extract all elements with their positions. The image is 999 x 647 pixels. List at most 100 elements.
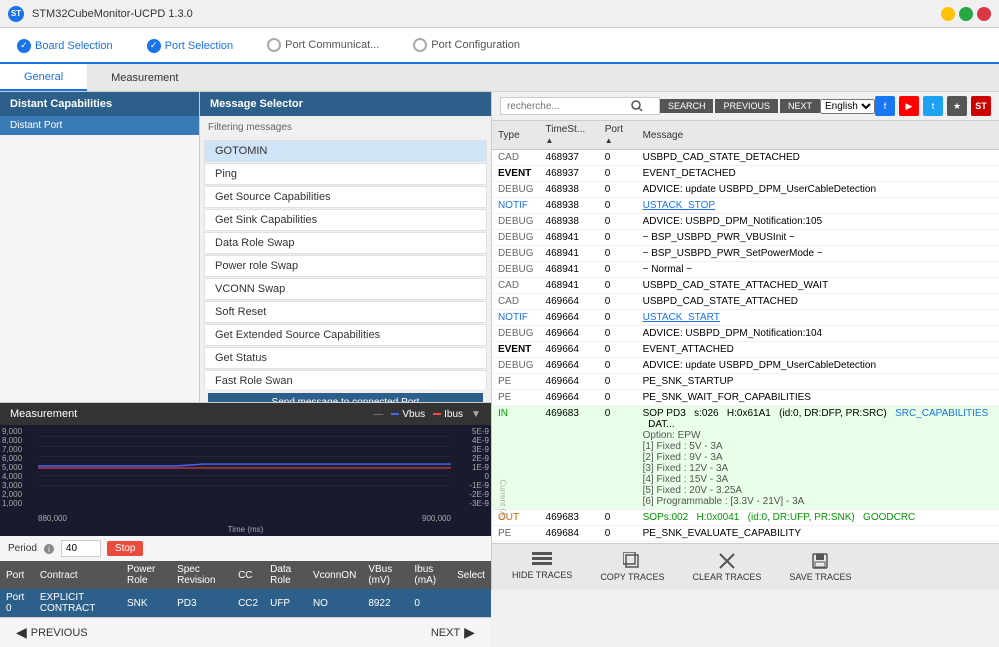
list-item[interactable]: VCONN Swap bbox=[204, 278, 487, 300]
cell-port: Port 0 bbox=[0, 589, 34, 617]
tab-port-selection[interactable]: ✓ Port Selection bbox=[130, 28, 250, 64]
language-select[interactable]: English bbox=[820, 99, 875, 114]
sub-nav-general[interactable]: General bbox=[0, 64, 87, 91]
cell-spec: PD3 bbox=[171, 589, 232, 617]
list-item[interactable]: Get Status bbox=[204, 347, 487, 369]
cell-message: ADVICE: update USBPD_DPM_UserCableDetect… bbox=[637, 182, 999, 198]
col-contract: Contract bbox=[34, 561, 121, 589]
sub-nav-measurement[interactable]: Measurement bbox=[87, 64, 202, 91]
cell-type: DEBUG bbox=[492, 246, 540, 262]
traces-container[interactable]: Type TimeSt... ▲ Port ▲ Message CAD 4689… bbox=[492, 121, 999, 543]
cell-time: 468941 bbox=[540, 246, 599, 262]
table-row: CAD 468937 0 USBPD_CAD_STATE_DETACHED bbox=[492, 150, 999, 166]
cell-type: CAD bbox=[492, 278, 540, 294]
cell-vbus: 8922 bbox=[362, 589, 408, 617]
period-input[interactable] bbox=[61, 540, 101, 557]
list-item[interactable]: GOTOMIN bbox=[204, 140, 487, 162]
minimize-button[interactable] bbox=[941, 7, 955, 21]
cell-message: EVENT_ATTACHED bbox=[637, 342, 999, 358]
search-box[interactable] bbox=[500, 97, 660, 115]
previous-button[interactable]: ◀ PREVIOUS bbox=[0, 618, 104, 647]
list-item[interactable]: Soft Reset bbox=[204, 301, 487, 323]
cell-type: NOTIF bbox=[492, 310, 540, 326]
copy-traces-button[interactable]: COPY TRACES bbox=[588, 548, 676, 586]
star-icon[interactable]: ★ bbox=[947, 96, 967, 116]
youtube-icon[interactable]: ▶ bbox=[899, 96, 919, 116]
list-item[interactable]: Get Source Capabilities bbox=[204, 186, 487, 208]
search-button[interactable]: SEARCH bbox=[660, 99, 714, 113]
list-item[interactable]: Get Extended Source Capabilities bbox=[204, 324, 487, 346]
cell-port: 0 bbox=[599, 246, 637, 262]
measurement-panel: Measurement — Vbus Ibus ▼ bbox=[0, 402, 491, 561]
table-row: EVENT 468937 0 EVENT_DETACHED bbox=[492, 166, 999, 182]
cell-time: 469664 bbox=[540, 358, 599, 374]
list-item[interactable]: Fast Role Swan bbox=[204, 370, 487, 389]
cell-type: DEBUG bbox=[492, 358, 540, 374]
cell-message: PE_SNK_WAIT_FOR_CAPABILITIES bbox=[637, 390, 999, 406]
facebook-icon[interactable]: f bbox=[875, 96, 895, 116]
cell-time: 468941 bbox=[540, 262, 599, 278]
right-panel: SEARCH PREVIOUS NEXT English f ▶ t ★ ST … bbox=[492, 92, 999, 590]
expand-icon[interactable]: ▼ bbox=[471, 409, 481, 420]
hide-traces-button[interactable]: HIDE TRACES bbox=[500, 548, 584, 586]
cell-message: ADVICE: USBPD_DPM_Notification:104 bbox=[637, 326, 999, 342]
save-traces-button[interactable]: SAVE TRACES bbox=[777, 548, 863, 586]
st-icon[interactable]: ST bbox=[971, 96, 991, 116]
maximize-button[interactable] bbox=[959, 7, 973, 21]
col-cc: CC bbox=[232, 561, 264, 589]
list-item[interactable]: Ping bbox=[204, 163, 487, 185]
tab-port-configuration[interactable]: Port Configuration bbox=[396, 28, 537, 62]
close-button[interactable] bbox=[977, 7, 991, 21]
nav-arrows: ◀ PREVIOUS NEXT ▶ bbox=[0, 617, 491, 647]
twitter-icon[interactable]: t bbox=[923, 96, 943, 116]
cell-vconn: NO bbox=[307, 589, 362, 617]
check-icon: ✓ bbox=[17, 39, 31, 53]
next-button[interactable]: NEXT ▶ bbox=[415, 618, 491, 647]
legend-ibus: Ibus bbox=[433, 409, 463, 420]
cell-port: 0 bbox=[599, 278, 637, 294]
distant-port-header: Distant Port bbox=[0, 116, 199, 135]
cell-select[interactable] bbox=[451, 589, 491, 617]
social-icons: f ▶ t ★ ST bbox=[875, 96, 991, 116]
search-icon bbox=[631, 100, 643, 112]
cell-port: 0 bbox=[599, 182, 637, 198]
col-spec: Spec Revision bbox=[171, 561, 232, 589]
table-row: DEBUG 469664 0 ADVICE: USBPD_DPM_Notific… bbox=[492, 326, 999, 342]
sub-nav: General Measurement bbox=[0, 64, 999, 92]
list-item[interactable]: Get Sink Capabilities bbox=[204, 209, 487, 231]
cell-port: 0 bbox=[599, 262, 637, 278]
col-timestamp[interactable]: TimeSt... ▲ bbox=[540, 121, 599, 150]
cell-port: 0 bbox=[599, 166, 637, 182]
next-search-button[interactable]: NEXT bbox=[780, 99, 820, 113]
col-data-role: Data Role bbox=[264, 561, 307, 589]
distant-cap-header: Distant Capabilities bbox=[0, 92, 199, 116]
list-item[interactable]: Data Role Swap bbox=[204, 232, 487, 254]
clear-traces-button[interactable]: CLEAR TRACES bbox=[681, 548, 774, 586]
legend: — Vbus Ibus ▼ bbox=[373, 409, 481, 420]
cell-time: 468938 bbox=[540, 182, 599, 198]
cell-type: CAD bbox=[492, 150, 540, 166]
cell-port: 0 bbox=[599, 230, 637, 246]
stop-button[interactable]: Stop bbox=[107, 541, 144, 556]
bottom-toolbar: HIDE TRACES COPY TRACES CLEAR TRACES bbox=[492, 543, 999, 590]
previous-search-button[interactable]: PREVIOUS bbox=[715, 99, 778, 113]
cell-time: 468937 bbox=[540, 166, 599, 182]
cell-message: SOP PD3 s:026 H:0x61A1 (id:0, DR:DFP, PR… bbox=[637, 406, 999, 510]
search-input[interactable] bbox=[507, 101, 627, 112]
table-row: DEBUG 468941 0 ~ BSP_USBPD_PWR_SetPowerM… bbox=[492, 246, 999, 262]
table-row: PE 469664 0 PE_SNK_WAIT_FOR_CAPABILITIES bbox=[492, 390, 999, 406]
info-icon: i bbox=[43, 543, 55, 555]
tab-port-communication[interactable]: Port Communicat... bbox=[250, 28, 396, 62]
cell-message: PE_SNK_STARTUP bbox=[637, 374, 999, 390]
cell-time: 469664 bbox=[540, 342, 599, 358]
list-item[interactable]: Power role Swap bbox=[204, 255, 487, 277]
cell-data-role: UFP bbox=[264, 589, 307, 617]
cell-port: 0 bbox=[599, 342, 637, 358]
cell-type: PE bbox=[492, 374, 540, 390]
cell-type: DEBUG bbox=[492, 262, 540, 278]
table-row: Port 0 EXPLICIT CONTRACT SNK PD3 CC2 UFP… bbox=[0, 589, 491, 617]
nav-tabs: ✓ Board Selection ✓ Port Selection Port … bbox=[0, 28, 999, 64]
table-row: NOTIF 468938 0 USTACK_STOP bbox=[492, 198, 999, 214]
cell-cc: CC2 bbox=[232, 589, 264, 617]
tab-board-selection[interactable]: ✓ Board Selection bbox=[0, 28, 130, 64]
